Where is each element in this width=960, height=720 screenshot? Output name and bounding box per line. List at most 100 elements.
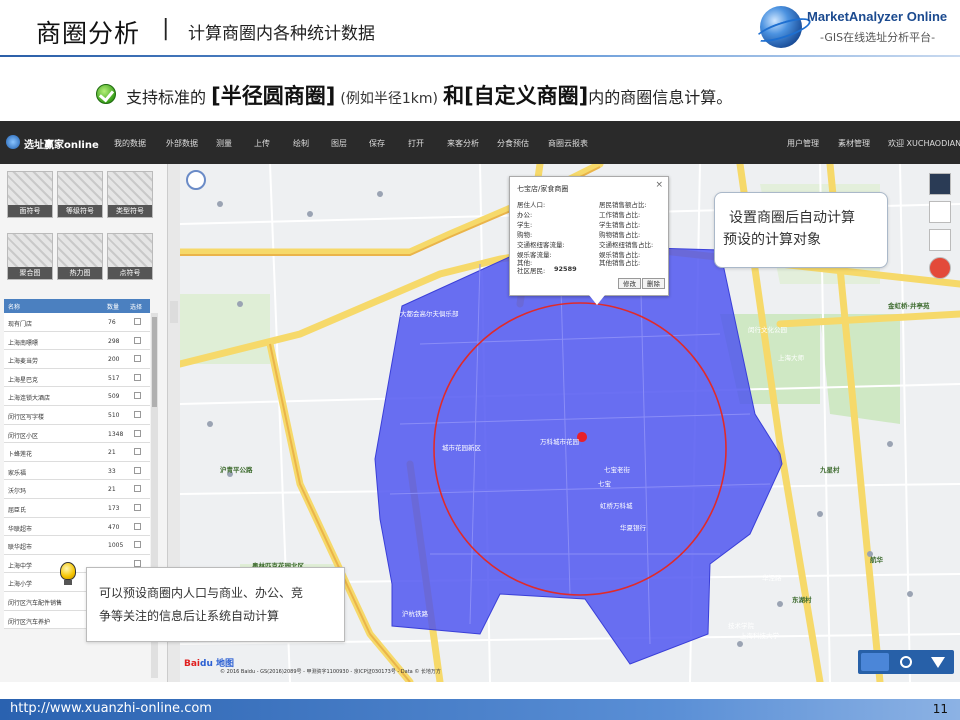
popup-field-label: 工作销售占比: <box>599 211 641 219</box>
popup-field-label: 居民销售额占比: <box>599 201 647 209</box>
app-name: 选址赢家online <box>24 140 99 151</box>
list-item[interactable]: 上海星巴克 517 <box>4 368 150 388</box>
brand-name: MarketAnalyzer Online <box>807 9 948 24</box>
close-icon[interactable]: × <box>655 180 663 190</box>
app-logo-icon <box>6 135 20 149</box>
map-place-label: 七宝老街 <box>604 466 630 474</box>
menu-item-save[interactable]: 保存 <box>369 138 385 149</box>
list-item[interactable]: 闵行区小区 1348 <box>4 424 150 444</box>
list-item-count: 33 <box>108 467 116 475</box>
lightbulb-icon <box>60 562 76 585</box>
list-item[interactable]: 家乐福 33 <box>4 461 150 481</box>
layers-icon[interactable] <box>929 229 951 251</box>
hand-pointer-icon[interactable] <box>861 653 889 671</box>
popup-field-label: 学生: <box>517 221 533 229</box>
list-item-checkbox[interactable] <box>134 448 141 456</box>
popup-field-label: 购物: <box>517 231 533 239</box>
list-item[interactable]: 联华超市 1005 <box>4 536 150 555</box>
menu-item-visitor-analysis[interactable]: 来客分析 <box>447 138 479 149</box>
tile-category-symbol[interactable]: 类型符号 <box>107 171 153 218</box>
page-title: 商圈分析 <box>36 19 141 48</box>
menu-item-measure[interactable]: 测量 <box>216 138 232 149</box>
menu-item-external-data[interactable]: 外部数据 <box>166 138 198 149</box>
menu-item-user-admin[interactable]: 用户管理 <box>787 138 819 149</box>
callout-preset-info: 可以预设商圈内人口与商业、办公、竞 争等关注的信息后让系统自动计算 <box>86 567 345 642</box>
list-item[interactable]: 沃尔玛 21 <box>4 480 150 499</box>
list-item[interactable]: 华联超市 470 <box>4 517 150 537</box>
list-item-checkbox[interactable] <box>134 559 141 567</box>
circle-tool-icon[interactable] <box>892 653 920 671</box>
tile-area-symbol[interactable]: 面符号 <box>7 171 53 218</box>
menu-item-asset-admin[interactable]: 素材管理 <box>838 138 870 149</box>
list-item[interactable]: 屈臣氏 173 <box>4 498 150 518</box>
delete-button[interactable]: 删除 <box>642 278 665 289</box>
edit-button[interactable]: 修改 <box>618 278 641 289</box>
website-url[interactable]: http://www.xuanzhi-online.com <box>10 701 212 716</box>
baidu-logo-part: Bai <box>184 659 201 669</box>
claim-term-custom: [自定义商圈] <box>464 84 589 108</box>
map-place-label: 航华 <box>870 556 883 564</box>
list-item-checkbox[interactable] <box>134 429 141 437</box>
list-item-checkbox[interactable] <box>134 373 141 381</box>
fullscreen-icon[interactable] <box>929 201 951 223</box>
polygon-tool-icon[interactable] <box>923 653 951 671</box>
map-place-label: 万科城市花园 <box>540 438 579 446</box>
list-item-checkbox[interactable] <box>134 392 141 400</box>
menu-item-my-data[interactable]: 我的数据 <box>114 138 146 149</box>
list-item[interactable]: 卜蜂莲花 21 <box>4 443 150 462</box>
list-item-name: 上海连锁大酒店 <box>8 395 51 403</box>
list-item-count: 21 <box>108 449 116 457</box>
menu-item-layers[interactable]: 图层 <box>331 138 347 149</box>
popup-title: 七宝店/家食商圈 <box>517 185 569 193</box>
satellite-toggle-icon[interactable] <box>929 173 951 195</box>
menu-item-upload[interactable]: 上传 <box>254 138 270 149</box>
list-item[interactable]: 现有门店 76 <box>4 313 150 332</box>
tile-cluster-map[interactable]: 聚合图 <box>7 233 53 280</box>
list-item-name: 家乐福 <box>8 469 27 477</box>
list-item[interactable]: 上海连锁大酒店 509 <box>4 387 150 406</box>
claim-prefix: 支持标准的 <box>126 88 207 107</box>
list-item-checkbox[interactable] <box>134 355 141 363</box>
layer-list-header: 名称 数量 选择 <box>4 299 150 313</box>
popup-field-label: 办公: <box>517 211 533 219</box>
list-item-count: 517 <box>108 374 120 382</box>
menu-item-share-estimate[interactable]: 分食预估 <box>497 138 529 149</box>
menu-item-cloud-report[interactable]: 商圈云报表 <box>548 138 588 149</box>
panel-collapse-handle[interactable] <box>170 301 178 323</box>
list-item[interactable]: 上海麦当劳 200 <box>4 350 150 369</box>
list-item-checkbox[interactable] <box>134 336 141 344</box>
list-item-count: 298 <box>108 337 120 345</box>
menu-item-draw[interactable]: 绘制 <box>293 138 309 149</box>
welcome-user[interactable]: 欢迎 XUCHAODIAN! <box>888 138 960 149</box>
tile-point-symbol[interactable]: 点符号 <box>107 233 153 280</box>
list-item-checkbox[interactable] <box>134 541 141 549</box>
list-item-checkbox[interactable] <box>134 318 141 325</box>
population-label: 社区居民: <box>517 267 546 275</box>
slide-footer: http://www.xuanzhi-online.com 11 <box>0 699 960 720</box>
baidu-map-icon[interactable] <box>929 257 951 279</box>
list-item-checkbox[interactable] <box>134 466 141 474</box>
list-item-checkbox[interactable] <box>134 503 141 511</box>
list-item-count: 76 <box>108 319 116 326</box>
tile-graduated-symbol[interactable]: 等级符号 <box>57 171 103 218</box>
list-item[interactable]: 上海南嘌嘌 298 <box>4 331 150 351</box>
list-item-checkbox[interactable] <box>134 410 141 418</box>
tile-heat-map[interactable]: 热力图 <box>57 233 103 280</box>
list-item-count: 510 <box>108 411 120 419</box>
menu-item-open[interactable]: 打开 <box>408 138 424 149</box>
popup-field-label: 居住人口: <box>517 201 546 209</box>
claim-term-radius: [半径圆商圈] <box>211 84 336 108</box>
header-divider <box>0 55 960 57</box>
list-item[interactable]: 闵行区写字楼 510 <box>4 405 150 425</box>
map-place-label: 技术学院 <box>728 622 754 630</box>
map-place-label: 上海科技大学 <box>740 632 779 640</box>
list-item-checkbox[interactable] <box>134 485 141 493</box>
pan-control-icon[interactable] <box>186 170 206 190</box>
check-icon <box>96 84 116 104</box>
list-item-name: 卜蜂莲花 <box>8 451 33 459</box>
list-item-name: 上海南嘌嘌 <box>8 339 39 347</box>
col-select: 选择 <box>130 304 143 311</box>
callout-line: 设置商圈后自动计算 <box>729 210 855 226</box>
list-item-checkbox[interactable] <box>134 522 141 530</box>
list-item-name: 沃尔玛 <box>8 488 27 496</box>
